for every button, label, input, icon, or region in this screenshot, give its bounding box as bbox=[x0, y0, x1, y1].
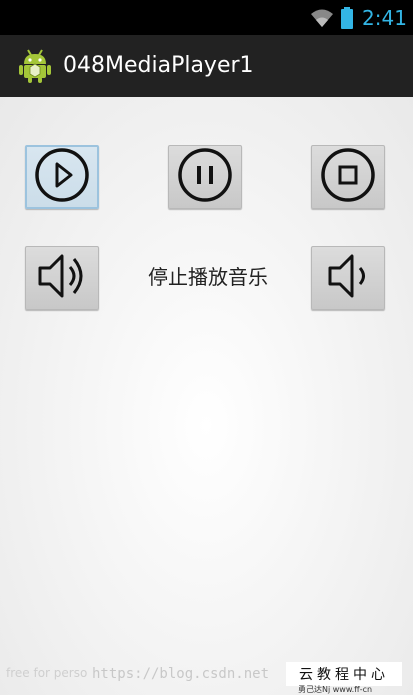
pause-button[interactable] bbox=[168, 145, 242, 209]
content-area: 停止播放音乐 bbox=[0, 97, 413, 695]
volume-down-icon bbox=[318, 251, 378, 305]
wifi-icon bbox=[310, 8, 334, 32]
pause-icon bbox=[177, 147, 233, 207]
play-icon bbox=[34, 147, 90, 207]
volume-down-button[interactable] bbox=[311, 246, 385, 310]
clock-time: 2:41 bbox=[362, 6, 407, 30]
watermark-left: free for perso bbox=[6, 666, 88, 680]
android-icon bbox=[18, 48, 52, 88]
watermark-footer: 勇己达Nj www.ff-cn bbox=[298, 685, 373, 694]
watermark-url: https://blog.csdn.net bbox=[92, 666, 270, 682]
stop-button[interactable] bbox=[311, 145, 385, 209]
action-bar: 048MediaPlayer1 bbox=[0, 35, 413, 97]
battery-icon bbox=[340, 7, 354, 33]
play-button[interactable] bbox=[25, 145, 99, 209]
app-title: 048MediaPlayer1 bbox=[63, 53, 254, 78]
stop-icon bbox=[320, 147, 376, 207]
volume-up-button[interactable] bbox=[25, 246, 99, 310]
watermark-brand: 云教程中心 bbox=[286, 662, 402, 686]
volume-up-icon bbox=[32, 251, 92, 305]
playback-status-text: 停止播放音乐 bbox=[148, 265, 268, 289]
status-bar: 2:41 bbox=[0, 0, 413, 35]
